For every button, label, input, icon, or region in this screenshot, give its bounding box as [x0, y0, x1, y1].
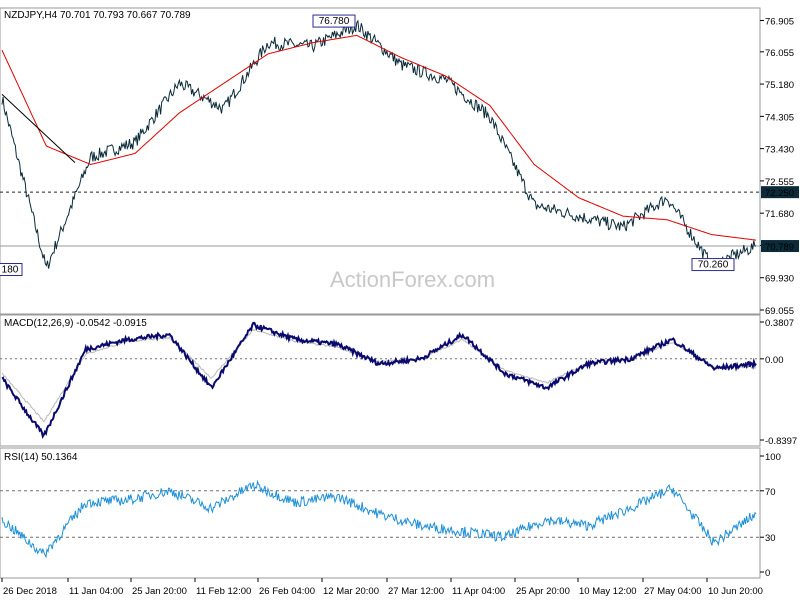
- rsi-layer: [0, 479, 760, 559]
- rsi-label: RSI(14) 50.1364: [4, 452, 78, 463]
- price-ytick-label-6: 71.680: [765, 209, 794, 220]
- x-tick-label-0: 26 Dec 2018: [3, 586, 57, 597]
- x-tick-label-7: 11 Apr 04:00: [452, 586, 505, 597]
- x-tick-label-6: 27 Mar 12:00: [388, 586, 444, 597]
- rsi-ytick-label-1: 70: [765, 487, 776, 498]
- macd-line: [1, 321, 757, 440]
- price-ytick-label-1: 76.055: [765, 48, 794, 59]
- price-ytick-label-3: 74.305: [765, 112, 794, 123]
- x-tick-label-1: 11 Jan 04:00: [69, 586, 123, 597]
- x-tick-label-11: 10 Jun 20:00: [708, 586, 763, 597]
- x-tick-label-8: 25 Apr 20:00: [516, 586, 570, 597]
- annotation-label-0: 76.780: [319, 16, 350, 27]
- annotation-label-2: 180: [2, 265, 19, 276]
- x-tick-label-3: 11 Feb 12:00: [196, 586, 251, 597]
- rsi-ytick-label-0: 100: [765, 452, 781, 463]
- trend-line: [1, 94, 76, 164]
- macd-ytick-label-0: 0.3807: [765, 318, 794, 329]
- x-tick-label-10: 27 May 04:00: [644, 586, 702, 597]
- x-tick-label-5: 12 Mar 20:00: [323, 586, 379, 597]
- price-tag-label-0: 72.250: [765, 188, 794, 199]
- price-layer: 76.780 70.260 180: [0, 14, 760, 277]
- macd-ytick-label-1: 0.00: [765, 355, 784, 366]
- price-ytick-label-0: 76.905: [765, 16, 794, 27]
- x-tick-label-2: 25 Jan 20:00: [132, 586, 187, 597]
- annotation-label-1: 70.260: [698, 260, 729, 271]
- chart-canvas: ActionForex.com 76.780 70.260 180 76.905 76…: [0, 7, 799, 597]
- price-ytick-label-4: 73.430: [765, 145, 794, 156]
- rsi-ytick-label-2: 30: [765, 533, 776, 544]
- x-tick-label-4: 26 Feb 04:00: [259, 586, 315, 597]
- axis-layer: 76.90576.05575.18074.30573.43072.55571.6…: [1, 16, 799, 597]
- price-series-line: [1, 19, 756, 271]
- price-ytick-label-8: 69.930: [765, 274, 794, 285]
- x-tick-label-9: 10 May 12:00: [579, 586, 637, 597]
- macd-ytick-label-2: -0.8397: [765, 436, 797, 447]
- price-ytick-label-9: 69.055: [765, 306, 794, 317]
- price-tag-label-1: 70.789: [765, 242, 794, 253]
- moving-average-line: [1, 34, 757, 241]
- macd-label: MACD(12,26,9) -0.0542 -0.0915: [4, 318, 147, 329]
- macd-panel-frame: [0, 314, 761, 447]
- macd-layer: [0, 321, 760, 440]
- rsi-ytick-label-3: 0: [765, 568, 770, 579]
- price-ytick-label-2: 75.180: [765, 80, 794, 91]
- watermark: ActionForex.com: [330, 267, 495, 292]
- symbol-header: NZDJPY,H4 70.701 70.793 70.667 70.789: [4, 10, 191, 21]
- rsi-line: [1, 479, 757, 559]
